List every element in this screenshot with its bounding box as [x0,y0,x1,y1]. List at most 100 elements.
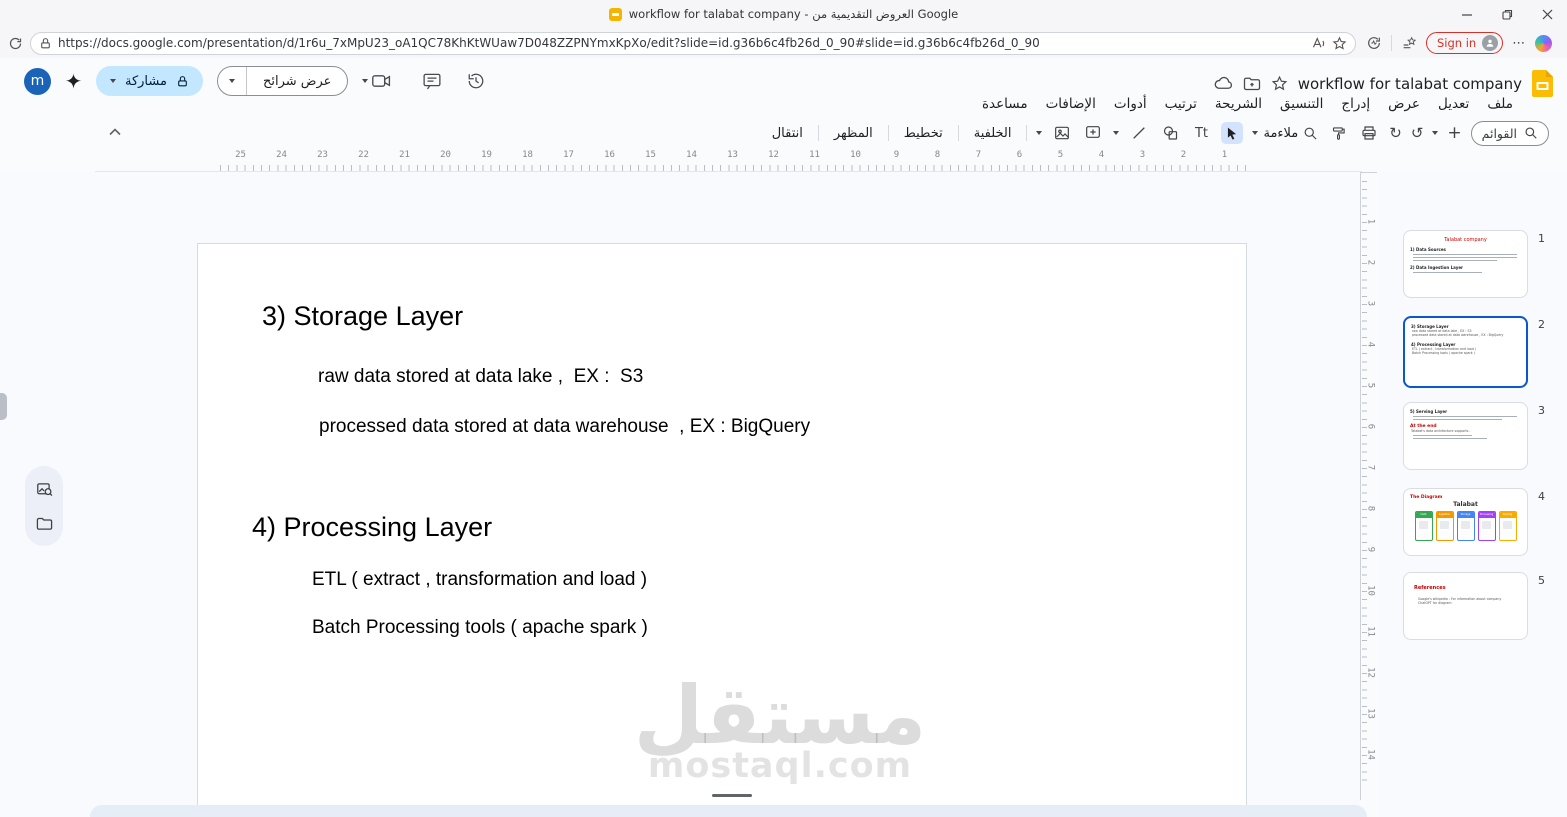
slide-heading-storage[interactable]: 3) Storage Layer [262,301,463,332]
menu-view[interactable]: عرض [1380,94,1428,114]
current-slide[interactable]: 3) Storage Layer raw data stored at data… [197,243,1247,817]
image-search-icon[interactable] [36,481,53,498]
thumbnail-slide-3[interactable]: 5) Serving Layer At the end Talabat's da… [1403,402,1528,470]
gemini-icon[interactable] [65,73,82,90]
toolbar: انتقال المظهر تخطيط الخلفية Tt ملاءمة ↻ … [0,118,1567,148]
share-button[interactable]: مشاركة [96,66,203,96]
vertical-ruler[interactable]: 1 2 3 4 5 6 7 8 9 10 11 12 13 14 [1360,172,1377,800]
thumbnail-slide-4[interactable]: The Diagram Talabat Data Sources Ingesti… [1403,488,1528,556]
caret-down-icon [110,79,116,83]
insert-line-button[interactable] [1128,122,1150,144]
menubar: ملف تعديل عرض إدراج التنسيق الشريحة ترتي… [974,94,1521,114]
slide-processing-line2[interactable]: Batch Processing tools ( apache spark ) [312,617,648,639]
thumb5-title: References [1414,585,1446,591]
sidebar-handle[interactable] [0,393,7,420]
menus-search-box[interactable]: القوائم [1470,120,1549,146]
redo-button[interactable]: ↻ [1389,124,1402,142]
caret-down-icon [228,79,235,83]
thumbnail-slide-5[interactable]: References Google's wikipedia : For info… [1403,572,1528,640]
document-title[interactable]: workflow for talabat company [1298,75,1522,93]
select-tool-button[interactable] [1221,122,1244,144]
cursor-icon [1228,127,1237,140]
search-icon [1525,127,1537,139]
star-outline-icon[interactable] [1271,75,1288,92]
meet-button[interactable] [362,74,391,88]
share-label: مشاركة [125,73,167,89]
menu-arrange[interactable]: ترتيب [1157,94,1205,114]
speaker-notes-bar[interactable] [90,805,1367,817]
thumbnail-slide-1[interactable]: Talabat company 1) Data Sources 2) Data … [1403,230,1528,298]
horizontal-ruler[interactable]: 25 24 23 22 21 20 19 18 17 16 15 14 13 12 11 10 9 8 7 6 5 4 3 2… [95,148,1362,172]
address-bar[interactable]: https://docs.google.com/presentation/d/1… [30,31,1356,55]
thumbnail-number: 3 [1538,404,1545,417]
thumb1-item: 2) Data Ingestion Layer [1410,265,1464,270]
cloud-status-icon[interactable] [1214,76,1233,91]
chevron-up-icon [109,128,121,136]
zoom-plus-button[interactable]: + [1447,123,1461,143]
version-history-icon[interactable] [467,72,485,90]
thumbnail-slide-2-selected[interactable]: 3) Storage Layer raw data stored at data… [1403,316,1528,388]
paint-format-button[interactable] [1327,122,1349,144]
toolbar-layout-button[interactable]: تخطيط [898,124,949,143]
slides-logo-icon[interactable] [1532,70,1553,97]
toolbar-background-button[interactable]: الخلفية [968,124,1018,143]
caret-down-icon[interactable] [1432,131,1439,135]
ruler-ticks [220,165,1250,171]
zoom-fit-control[interactable]: ملاءمة [1252,126,1318,141]
tab-title: workflow for talabat company - العروض ال… [628,7,959,21]
reload-button[interactable] [0,36,30,51]
slide-heading-processing[interactable]: 4) Processing Layer [252,512,492,543]
folder-icon[interactable] [36,516,53,531]
thumb3-line: 5) Serving Layer [1410,409,1448,414]
present-button[interactable]: عرض شرائح [247,67,347,95]
read-aloud-icon[interactable] [1311,36,1326,50]
menu-help[interactable]: مساعدة [974,94,1036,114]
move-folder-icon[interactable] [1243,76,1261,91]
menu-tools[interactable]: أدوات [1106,94,1155,114]
caret-down-icon [362,79,369,83]
thumb2-line: processed data stored at data warehouse … [1412,333,1504,337]
toolbar-transition-button[interactable]: انتقال [766,124,809,143]
insert-image-button[interactable] [1051,122,1073,144]
site-lock-icon[interactable] [39,37,52,50]
slide-canvas[interactable]: 3) Storage Layer raw data stored at data… [0,172,1360,817]
menu-file[interactable]: ملف [1479,94,1521,114]
url-text[interactable]: https://docs.google.com/presentation/d/1… [58,36,1305,50]
restore-button[interactable] [1487,0,1527,28]
present-options-button[interactable] [218,67,247,95]
text-box-button[interactable]: Tt [1190,122,1212,144]
notes-resize-handle[interactable] [712,794,752,797]
undo-button[interactable]: ↺ [1411,124,1424,142]
thumbnail-number: 1 [1538,232,1545,245]
browser-essentials-icon[interactable] [1366,35,1382,51]
toolbar-theme-button[interactable]: المظهر [828,124,879,143]
menu-edit[interactable]: تعديل [1430,94,1477,114]
insert-comment-button[interactable] [1082,122,1104,144]
copilot-icon[interactable] [1535,34,1553,52]
zoom-icon [1304,127,1317,140]
close-button[interactable] [1527,0,1567,28]
menu-format[interactable]: التنسيق [1272,94,1331,114]
collapse-toolbar-button[interactable] [103,120,127,144]
collections-icon[interactable] [1401,35,1417,51]
user-avatar[interactable]: m [24,67,51,95]
thumb4-center-title: Talabat [1453,501,1478,508]
slide-processing-line1[interactable]: ETL ( extract , transformation and load … [312,569,647,591]
print-button[interactable] [1358,122,1380,144]
favorite-star-icon[interactable] [1332,36,1347,51]
comment-history-icon[interactable] [423,73,441,90]
more-options-icon[interactable]: ⋯ [1512,36,1526,51]
slide-storage-line2[interactable]: processed data stored at data warehouse … [319,416,810,438]
present-button-group: عرض شرائح [216,66,349,96]
minimize-button[interactable] [1447,0,1487,28]
caret-down-icon[interactable] [1113,131,1120,135]
sign-in-button[interactable]: Sign in [1426,32,1504,54]
menu-slide[interactable]: الشريحة [1207,94,1270,114]
paint-roller-icon [1332,126,1345,140]
caret-down-icon[interactable] [1036,131,1043,135]
insert-shape-button[interactable] [1159,122,1181,144]
menu-insert[interactable]: إدراج [1333,94,1378,114]
slide-storage-line1[interactable]: raw data stored at data lake , EX : S3 [318,366,643,388]
thumb3-line: Talabat's data architecture supports - [1411,429,1471,433]
menu-extensions[interactable]: الإضافات [1038,94,1104,114]
